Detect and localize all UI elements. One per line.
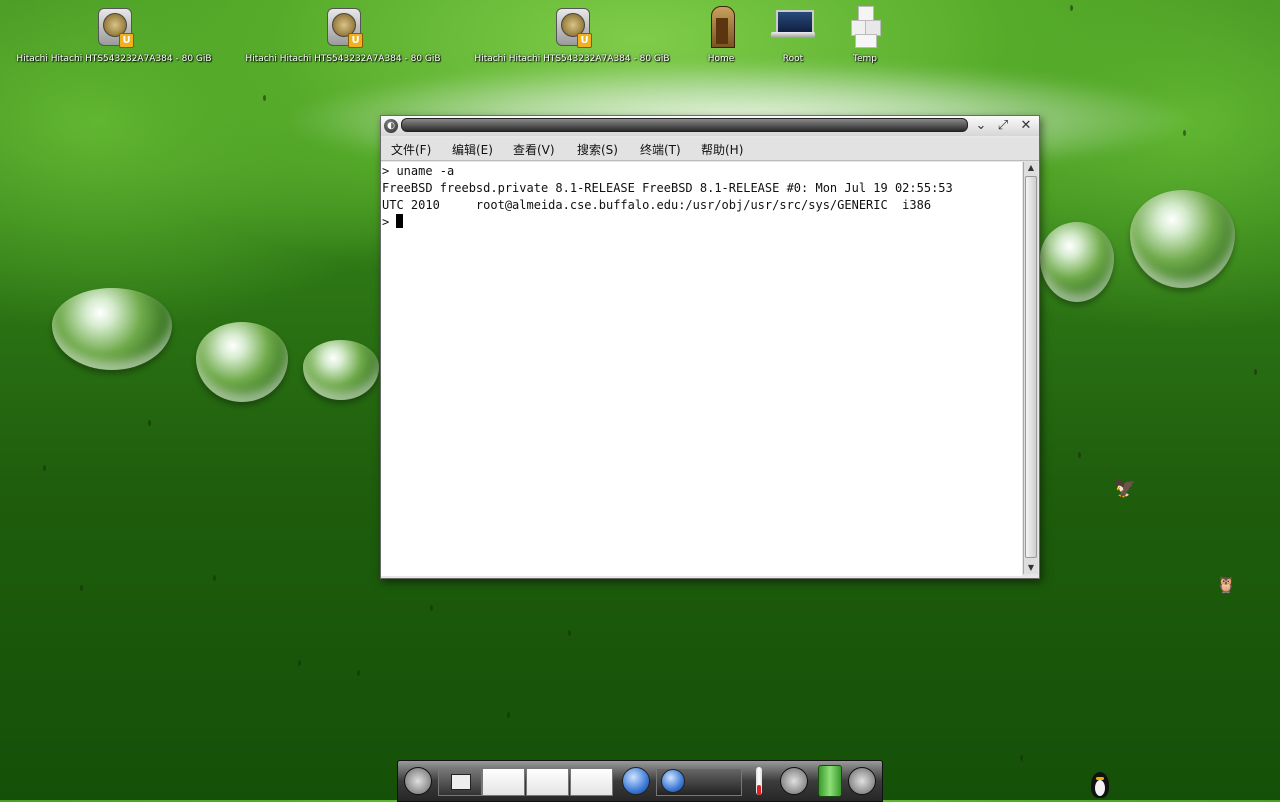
scrollbar-thumb[interactable] [1025, 176, 1037, 558]
rain-drop [1020, 755, 1023, 761]
tux-penguin-icon [1088, 770, 1112, 800]
rain-drop [1254, 369, 1257, 375]
terminal-window[interactable]: ◐ ⌄ ⤢ ✕ 文件(F) 编辑(E) 查看(V) 搜索(S) 终端(T) 帮助… [380, 115, 1040, 579]
thermometer-icon[interactable] [756, 767, 762, 795]
boxes-icon [845, 4, 885, 48]
menu-help[interactable]: 帮助(H) [701, 141, 743, 158]
rain-drop [263, 95, 266, 101]
terminal-output[interactable]: > uname -a FreeBSD freebsd.private 8.1-R… [381, 162, 1022, 576]
dock-panel [397, 760, 883, 802]
trash-icon[interactable] [818, 765, 842, 797]
rain-drop [148, 420, 151, 426]
hard-drive-icon: U [94, 4, 134, 48]
rain-drop [357, 670, 360, 676]
menu-edit[interactable]: 编辑(E) [452, 141, 493, 158]
terminal-prompt-line: > [382, 214, 404, 231]
terminal-line: FreeBSD freebsd.private 8.1-RELEASE Free… [382, 181, 953, 195]
owl-icon: 🦉 [1216, 575, 1236, 594]
desktop-pager-3[interactable] [570, 768, 613, 796]
browser-globe-icon [661, 769, 685, 793]
terminal-prompt: > [382, 215, 397, 229]
rain-drop [1078, 452, 1081, 458]
terminal-app-icon [451, 774, 471, 790]
cpu-gauge-icon[interactable] [780, 767, 808, 795]
desktop-icon-hdd-1[interactable]: U Hitachi Hitachi HTS543232A7A384 - 80 G… [14, 4, 214, 64]
desktop-pager-1[interactable] [482, 768, 525, 796]
app-launcher-icon[interactable] [404, 767, 432, 795]
water-drop [1040, 222, 1114, 302]
scroll-up-arrow-icon[interactable]: ▲ [1025, 162, 1037, 174]
close-icon[interactable]: ✕ [1018, 119, 1034, 133]
water-drop [196, 322, 288, 402]
globe-icon[interactable] [622, 767, 650, 795]
scroll-down-arrow-icon[interactable]: ▼ [1025, 562, 1037, 574]
rain-drop [430, 605, 433, 611]
rain-drop [1070, 5, 1073, 11]
taskbar-button[interactable] [438, 768, 482, 796]
rain-drop [43, 465, 46, 471]
desktop-icon-temp[interactable]: Temp [765, 4, 965, 64]
desktop-icon-label: Hitachi Hitachi HTS543232A7A384 - 80 GiB [245, 54, 441, 64]
rain-drop [80, 585, 83, 591]
menu-terminal[interactable]: 终端(T) [640, 141, 681, 158]
water-drop [303, 340, 379, 400]
window-titlebar[interactable]: ◐ ⌄ ⤢ ✕ [381, 116, 1039, 136]
desktop-icon-label: Temp [853, 54, 877, 64]
menu-bar: 文件(F) 编辑(E) 查看(V) 搜索(S) 终端(T) 帮助(H) [381, 138, 1039, 161]
rain-drop [568, 630, 571, 636]
menu-search[interactable]: 搜索(S) [577, 141, 618, 158]
taskbar-window-slot[interactable] [656, 768, 742, 796]
text-cursor [396, 214, 404, 228]
water-drop [1130, 190, 1235, 288]
rain-drop [213, 575, 216, 581]
desktop-icon-label: Hitachi Hitachi HTS543232A7A384 - 80 GiB [16, 54, 212, 64]
window-title-track [401, 118, 968, 132]
minimize-chevron-icon[interactable]: ⌄ [973, 119, 989, 133]
terminal-line: UTC 2010 root@almeida.cse.buffalo.edu:/u… [382, 198, 932, 212]
rain-drop [298, 660, 301, 666]
rain-drop [507, 712, 510, 718]
desktop-icon-hdd-2[interactable]: U Hitachi Hitachi HTS543232A7A384 - 80 G… [243, 4, 443, 64]
maximize-icon[interactable]: ⤢ [995, 119, 1011, 133]
rain-drop [1183, 130, 1186, 136]
eagle-icon: 🦅 [1113, 478, 1137, 499]
vertical-scrollbar[interactable]: ▲ ▼ [1023, 162, 1038, 574]
terminal-line: > uname -a [382, 164, 455, 178]
menu-view[interactable]: 查看(V) [513, 141, 555, 158]
water-drop [52, 288, 172, 370]
clock-gauge-icon[interactable] [848, 767, 876, 795]
desktop-pager-2[interactable] [526, 768, 569, 796]
hard-drive-icon: U [552, 4, 592, 48]
hard-drive-icon: U [323, 4, 363, 48]
window-menu-button[interactable]: ◐ [384, 119, 398, 133]
menu-file[interactable]: 文件(F) [391, 141, 431, 158]
